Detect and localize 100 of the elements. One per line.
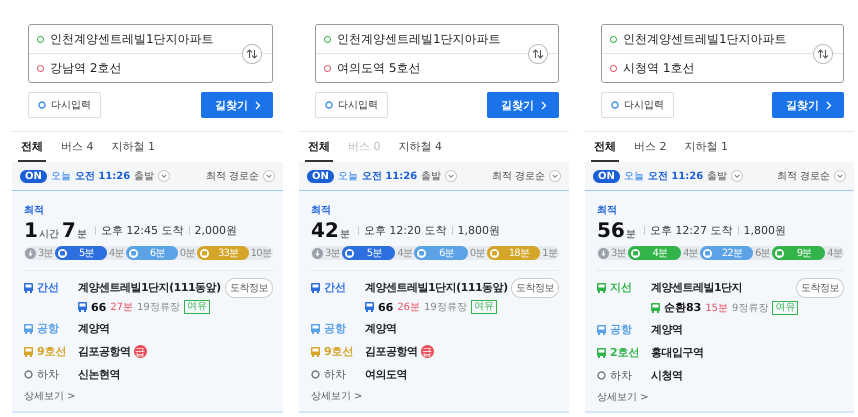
wait-time: 26분 (397, 301, 420, 314)
sort-dropdown[interactable]: 최적 경로순 (776, 169, 830, 183)
arrival-info-button[interactable]: 도착정보 (225, 278, 273, 298)
stop-name: 홍대입구역 (651, 345, 704, 360)
arrival-time: 오후 12:20 도착 (364, 222, 447, 238)
vehicle-icon (416, 248, 428, 258)
destination-dot-icon (610, 64, 617, 72)
line-label: 간선 (324, 280, 346, 295)
reset-button[interactable]: 다시입력 (28, 92, 101, 118)
swap-button[interactable] (528, 44, 548, 64)
origin-field[interactable]: 인천계양센트레빌1단지아파트 (623, 30, 787, 48)
line-label: 9호선 (324, 344, 354, 359)
realtime-badge[interactable]: ON (20, 170, 47, 182)
departure-day: 오늘 (338, 169, 358, 183)
walk-time-label: 3분 (325, 247, 340, 260)
realtime-badge[interactable]: ON (593, 170, 620, 182)
departure-day: 오늘 (50, 169, 71, 183)
details-link[interactable]: 상세보기 > (597, 390, 649, 404)
alight-label: 하차 (37, 367, 59, 382)
transfer-time-label: 10분 (250, 247, 272, 260)
vehicle-icon (56, 248, 68, 258)
stop-count: 19정류장 (137, 301, 180, 314)
stop-name: 계양역 (78, 321, 110, 336)
sort-dropdown[interactable]: 최적 경로순 (492, 169, 545, 183)
search-button[interactable]: 길찾기 (772, 92, 844, 118)
origin-dot-icon (37, 36, 44, 42)
line-label: 2호선 (610, 345, 640, 360)
tab[interactable]: 버스 4 (58, 132, 96, 162)
route-card[interactable]: 최적 1 시간 7 분 오후 12:45 도착 2,000원 3분 5분 4분 6분 0분 33분 10분 간선 계양센트레빌1단지(111동앞) 도착정보 66 27분 19정류장 여유 공항 계양역 9호선 김포공항역 급 하차 신논현역 상세보기 > (12, 191, 283, 413)
search-button[interactable]: 길찾기 (201, 92, 273, 118)
origin-dot-icon (324, 36, 331, 42)
tab[interactable]: 지하철 1 (108, 132, 158, 162)
search-button[interactable]: 길찾기 (487, 92, 559, 118)
stop-name: 여의도역 (365, 367, 407, 382)
ride-time-label: 9분 (796, 247, 812, 260)
transfer-time-label: 0분 (178, 247, 196, 260)
chevron-down-icon[interactable] (549, 170, 561, 182)
walk-icon (25, 248, 36, 258)
destination-dot-icon (37, 64, 44, 72)
walk-icon (598, 248, 609, 258)
fare: 1,800원 (458, 222, 500, 238)
bus-icon (78, 302, 87, 312)
alight-label: 하차 (610, 368, 632, 383)
crowd-badge: 여유 (470, 300, 497, 314)
arrival-time: 오후 12:27 도착 (650, 222, 733, 238)
origin-field[interactable]: 인천계양센트레빌1단지아파트 (337, 30, 501, 48)
stop-name: 신논현역 (78, 367, 120, 382)
origin-field[interactable]: 인천계양센트레빌1단지아파트 (50, 30, 214, 48)
trip-duration: 1 시간 7 분 (24, 218, 88, 242)
wait-time: 27분 (110, 301, 134, 314)
chevron-down-icon[interactable] (445, 170, 458, 182)
sort-dropdown[interactable]: 최적 경로순 (206, 169, 259, 183)
stop-name: 김포공항역 (78, 344, 130, 359)
best-route-label: 최적 (24, 204, 44, 217)
line-label: 지선 (610, 280, 632, 295)
arrival-info-button[interactable]: 도착정보 (796, 278, 844, 298)
arrival-info-button[interactable]: 도착정보 (511, 278, 559, 298)
trip-duration: 42 분 (311, 218, 351, 242)
chevron-down-icon[interactable] (834, 170, 846, 182)
vehicle-icon (344, 248, 355, 258)
transfer-time-label: 0분 (468, 247, 486, 260)
tab[interactable]: 지하철 4 (396, 132, 445, 162)
vehicle-icon (488, 248, 500, 258)
stop-name: 계양센트레빌1단지 (651, 280, 742, 295)
tab[interactable]: 지하철 1 (682, 132, 731, 162)
tab[interactable]: 버스 2 (631, 132, 670, 162)
best-route-label: 최적 (597, 204, 617, 217)
swap-button[interactable] (813, 44, 833, 64)
departure-time: 오전 11:26 (362, 170, 418, 183)
destination-field[interactable]: 시청역 1호선 (623, 60, 694, 76)
stop-name: 시청역 (651, 368, 682, 383)
stop-name: 계양센트레빌1단지(111동앞) (365, 280, 508, 295)
bus-icon (365, 302, 374, 312)
destination-field[interactable]: 강남역 2호선 (50, 60, 122, 76)
line-label: 공항 (37, 321, 59, 336)
chevron-down-icon[interactable] (158, 170, 170, 182)
destination-field[interactable]: 여의도역 5호선 (337, 60, 420, 76)
details-link[interactable]: 상세보기 > (311, 389, 363, 403)
chevron-down-icon[interactable] (731, 170, 744, 182)
ride-time-label: 18분 (508, 247, 530, 260)
realtime-badge[interactable]: ON (307, 170, 334, 182)
reset-button[interactable]: 다시입력 (315, 92, 388, 118)
reset-button[interactable]: 다시입력 (601, 92, 674, 118)
details-link[interactable]: 상세보기 > (24, 389, 76, 403)
departure-label: 출발 (707, 170, 728, 183)
route-card[interactable]: 최적 56 분 오후 12:27 도착 1,800원 3분 4분 4분 22분 6분 9분 4분 지선 계양센트레빌1단지 도착정보 순환83 15분 9정류장 여유 공항 계양역 2호선 홍대입구역 하차 시청역 상세보기 > (585, 191, 854, 413)
walk-time-label: 3분 (38, 247, 53, 260)
line-label: 공항 (610, 322, 632, 337)
chevron-right-icon (255, 100, 261, 110)
bus-number: 66 (378, 300, 394, 314)
ride-time-label: 5분 (366, 247, 383, 260)
route-card[interactable]: 최적 42 분 오후 12:20 도착 1,800원 3분 5분 4분 6분 0분 18분 1분 간선 계양센트레빌1단지(111동앞) 도착정보 66 26분 19정류장 여유 공항 계양역 9호선 김포공항역 급 하차 여의도역 상세보기 > (299, 191, 569, 413)
chevron-down-icon[interactable] (263, 170, 275, 182)
stop-name: 김포공항역 (365, 344, 418, 359)
transfer-time-label: 4분 (682, 247, 699, 260)
arrival-time: 오후 12:45 도착 (100, 222, 184, 238)
swap-button[interactable] (242, 44, 262, 64)
transfer-time-label: 4분 (108, 247, 125, 260)
fare: 1,800원 (744, 222, 786, 238)
transfer-time-label: 1분 (541, 247, 558, 260)
